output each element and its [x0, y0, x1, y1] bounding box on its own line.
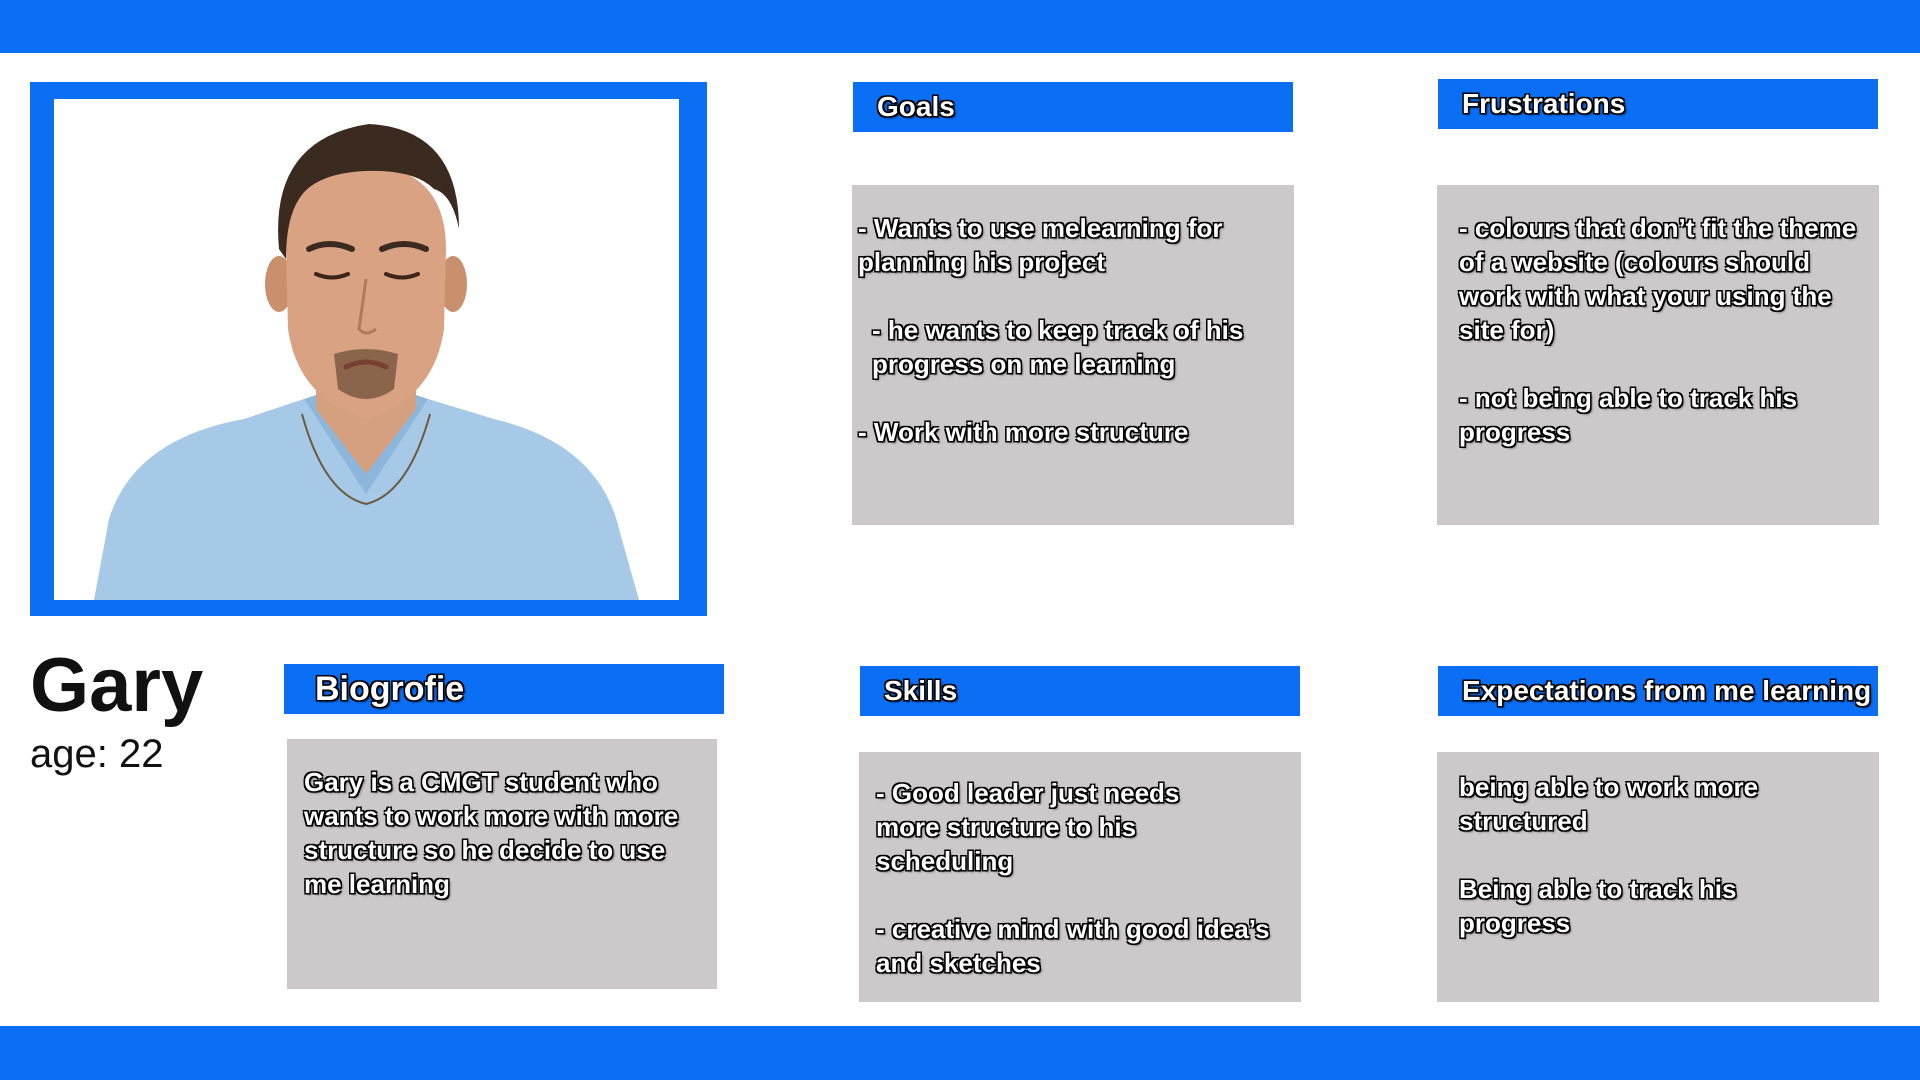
goal-item: - Work with more structure — [858, 417, 1189, 447]
expectations-box: being able to work more structured Being… — [1437, 752, 1879, 1002]
frustrations-header: Frustrations — [1438, 79, 1878, 129]
goals-header: Goals — [853, 82, 1293, 132]
skills-header: Skills — [860, 666, 1300, 716]
top-banner — [0, 0, 1920, 53]
photo-frame — [30, 82, 707, 616]
biography-text: Gary is a CMGT student who wants to work… — [304, 767, 679, 899]
persona-page: Gary age: 22 Goals - Wants to use melear… — [0, 0, 1920, 1080]
goal-item: - Wants to use melearning for planning h… — [858, 213, 1223, 277]
expectations-header: Expectations from me learning — [1438, 666, 1878, 716]
sad-man-photo-icon — [54, 99, 679, 600]
skill-item: - creative mind with good idea’s and ske… — [876, 914, 1270, 978]
frustration-item: - colours that don’t fit the theme of a … — [1459, 213, 1857, 345]
bottom-banner — [0, 1026, 1920, 1080]
goal-item: - he wants to keep track of his progress… — [872, 315, 1244, 379]
biography-header: Biogrofie — [284, 664, 724, 714]
expectation-item: Being able to track his progress — [1459, 874, 1737, 938]
expectation-item: being able to work more structured — [1459, 772, 1759, 836]
goals-box: - Wants to use melearning for planning h… — [852, 185, 1294, 525]
frustration-item: - not being able to track his progress — [1459, 383, 1798, 447]
skills-box: - Good leader just needs more structure … — [859, 752, 1301, 1002]
frustrations-box: - colours that don’t fit the theme of a … — [1437, 185, 1879, 525]
biography-box: Gary is a CMGT student who wants to work… — [287, 739, 717, 989]
persona-name: Gary — [30, 643, 204, 728]
persona-age: age: 22 — [30, 732, 164, 776]
skill-item: - Good leader just needs more structure … — [876, 778, 1180, 876]
persona-photo — [54, 99, 679, 600]
